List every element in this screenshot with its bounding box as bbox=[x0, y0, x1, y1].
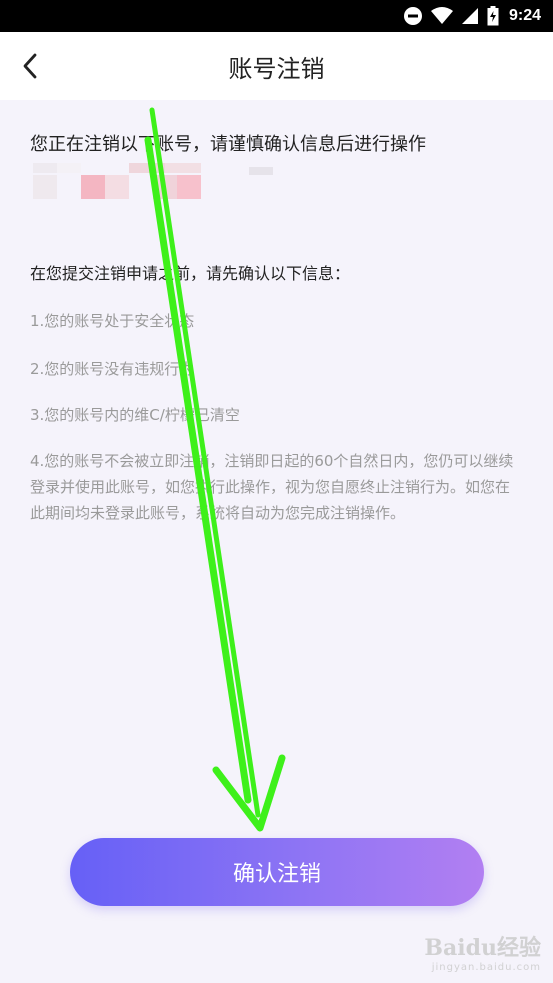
page-title: 账号注销 bbox=[228, 54, 325, 83]
nav-bar: 账号注销 bbox=[0, 32, 553, 100]
notice-item-1: 1.您的账号处于安全状态 bbox=[30, 312, 195, 330]
notice-heading: 在您提交注销申请之前，请先确认以下信息： bbox=[30, 264, 351, 283]
intro-text: 您正在注销以下账号，请谨慎确认信息后进行操作 bbox=[30, 134, 426, 155]
signal-icon bbox=[461, 7, 479, 25]
notice-item-2: 2.您的账号没有违规行为 bbox=[30, 360, 195, 378]
chevron-left-icon bbox=[23, 53, 37, 79]
notice-item-3: 3.您的账号内的维C/柠檬已清空 bbox=[30, 406, 240, 424]
status-time: 9:24 bbox=[508, 7, 541, 24]
confirm-deactivate-button[interactable]: 确认注销 bbox=[70, 838, 484, 906]
watermark-logo: Baidu经验 bbox=[424, 935, 541, 961]
wifi-icon bbox=[430, 7, 453, 25]
watermark-domain: jingyan.baidu.com bbox=[431, 962, 541, 973]
do-not-disturb-icon bbox=[403, 6, 423, 26]
account-mosaic bbox=[33, 163, 278, 199]
back-button[interactable] bbox=[12, 48, 48, 84]
notice-item-4: 4.您的账号不会被立即注销，注销即日起的60个自然日内，您仍可以继续登录并使用此… bbox=[30, 452, 514, 522]
battery-icon bbox=[487, 6, 499, 26]
baidu-watermark: Baidu经验 jingyan.baidu.com bbox=[424, 930, 541, 973]
status-bar: 9:24 bbox=[0, 0, 553, 32]
